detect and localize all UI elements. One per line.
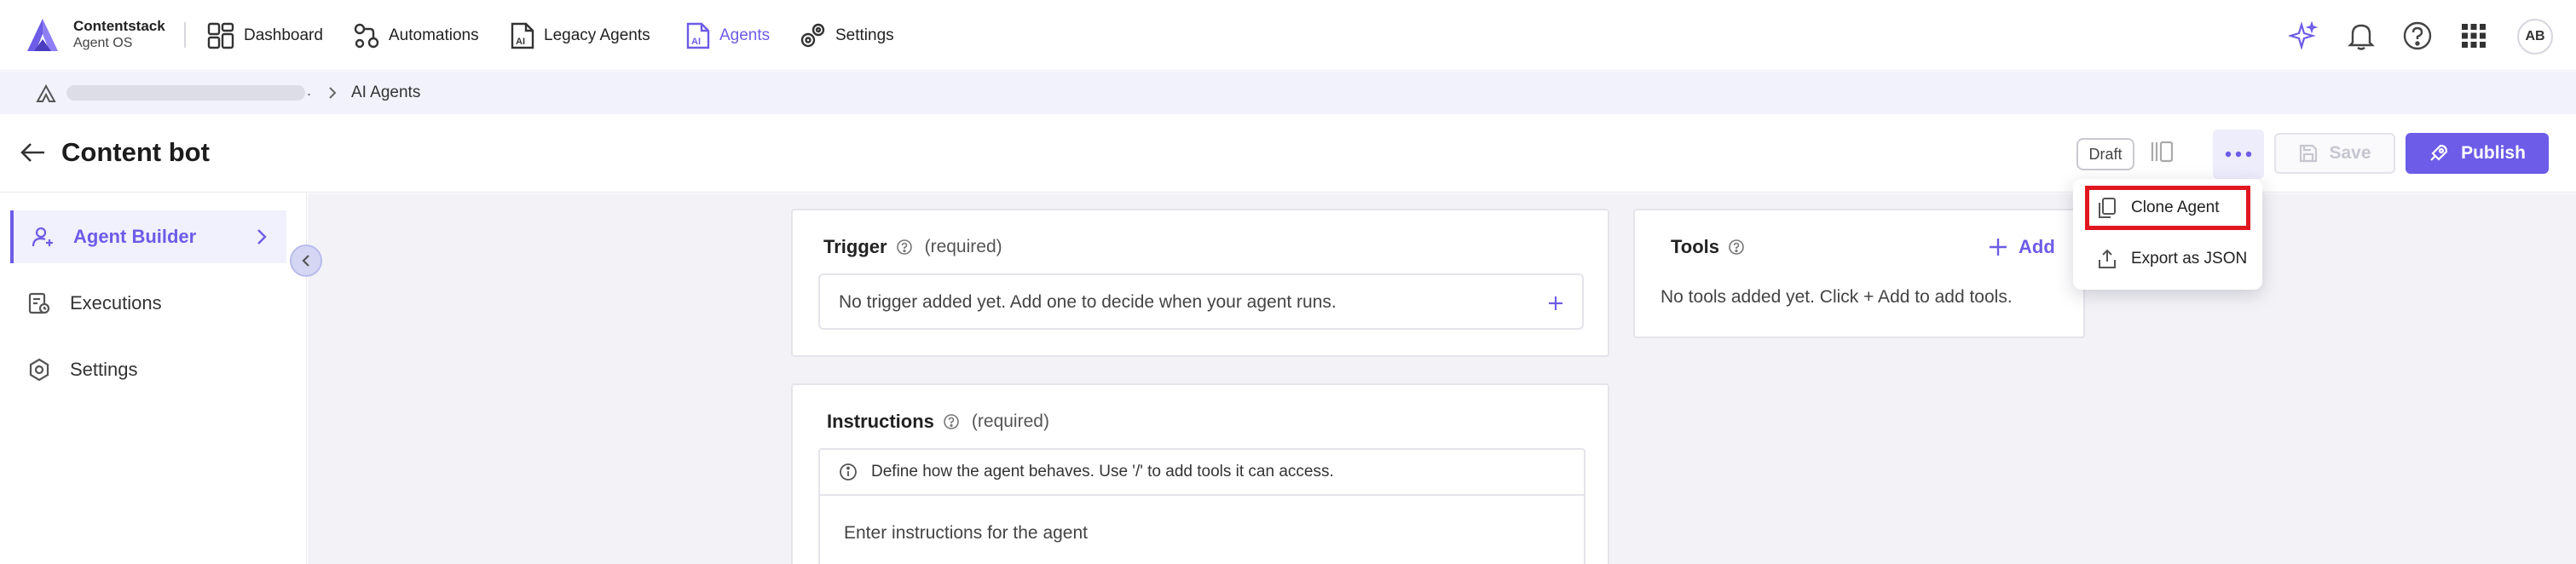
sparkle-icon (2289, 21, 2318, 50)
instructions-required-label: (required) (971, 411, 1049, 431)
bell-icon (2348, 24, 2375, 50)
more-options-button[interactable] (2213, 129, 2264, 179)
trigger-empty-box[interactable]: No trigger added yet. Add one to decide … (818, 273, 1584, 330)
chevron-right-icon (257, 229, 267, 245)
ai-assistant-button[interactable] (2286, 19, 2320, 53)
trigger-required-label: (required) (924, 237, 1002, 256)
help-circle-icon[interactable] (943, 413, 960, 430)
collapse-sidebar-button[interactable] (290, 245, 322, 277)
brand-name: Contentstack (73, 18, 165, 34)
breadcrumb-home[interactable] (36, 84, 56, 103)
breadcrumb-current[interactable]: AI Agents (351, 83, 420, 102)
help-button[interactable] (2400, 19, 2434, 53)
agents-icon: AI (686, 22, 710, 49)
info-icon (840, 463, 857, 481)
nav-label-dashboard: Dashboard (244, 26, 323, 44)
svg-text:AI: AI (516, 37, 525, 47)
contentstack-logo-icon (27, 19, 58, 51)
more-options-menu: Clone Agent Export as JSON (2073, 179, 2262, 290)
arrow-left-icon (20, 143, 44, 162)
apps-grid-icon (2462, 24, 2486, 48)
nav-item-settings[interactable]: Settings (798, 20, 894, 51)
instructions-title: Instructions (827, 411, 934, 432)
agent-sidebar: Agent Builder Executions Settings (0, 193, 307, 564)
legacy-agents-icon: AI (511, 22, 534, 49)
tools-empty-text: No tools added yet. Click + Add to add t… (1661, 287, 2013, 307)
nav-item-automations[interactable]: Automations (353, 20, 479, 51)
instructions-input-placeholder[interactable]: Enter instructions for the agent (844, 523, 1088, 544)
home-logo-icon (36, 84, 56, 102)
top-navigation-bar: Contentstack Agent OS Dashboard Automati… (0, 0, 2576, 71)
status-badge: Draft (2076, 138, 2134, 170)
sidebar-item-label: Executions (70, 292, 162, 314)
nav-divider (184, 22, 186, 48)
brand-logo[interactable]: Contentstack Agent OS (24, 17, 165, 53)
save-button[interactable]: Save (2274, 133, 2395, 174)
user-avatar[interactable]: AB (2517, 19, 2553, 55)
instructions-card: Instructions (required) Define how the a… (791, 383, 1609, 564)
menu-item-export-json[interactable]: Export as JSON (2085, 237, 2250, 281)
trigger-title: Trigger (823, 236, 887, 257)
add-tool-button[interactable]: Add (1988, 236, 2055, 258)
add-tool-label: Add (2019, 236, 2055, 257)
sidebar-item-label: Agent Builder (73, 226, 197, 247)
help-circle-icon[interactable] (1728, 239, 1745, 256)
nav-label-automations: Automations (389, 26, 479, 44)
brand-subtitle: Agent OS (73, 36, 133, 50)
sidebar-item-executions[interactable]: Executions (10, 277, 286, 330)
settings-icon (29, 358, 49, 382)
notifications-button[interactable] (2344, 19, 2378, 53)
automations-icon (354, 23, 379, 49)
nav-item-legacy-agents[interactable]: AI Legacy Agents (510, 20, 650, 51)
agent-builder-icon (32, 227, 53, 247)
help-icon (2403, 21, 2432, 50)
compare-view-button[interactable] (2148, 138, 2175, 165)
tools-card: Tools Add No tools added yet. Click + Ad… (1633, 209, 2085, 338)
sidebar-item-label: Settings (70, 359, 138, 380)
trigger-card-header: Trigger (required) (823, 236, 1002, 258)
menu-item-label: Export as JSON (2131, 250, 2248, 268)
publish-button[interactable]: Publish (2406, 133, 2549, 174)
svg-text:AI: AI (691, 37, 701, 47)
instructions-hint-bar: Define how the agent behaves. Use '/' to… (820, 450, 1584, 496)
help-circle-icon[interactable] (896, 239, 913, 256)
instructions-card-header: Instructions (required) (827, 411, 1049, 433)
nav-item-agents[interactable]: AI Agents (685, 20, 770, 51)
trigger-empty-text: No trigger added yet. Add one to decide … (839, 292, 1337, 312)
tools-card-header: Tools (1671, 236, 1745, 258)
breadcrumb-org-redacted[interactable] (66, 85, 305, 101)
plus-icon (1990, 239, 2007, 256)
export-icon (2099, 249, 2116, 268)
back-button[interactable] (19, 140, 48, 165)
save-button-label: Save (2329, 143, 2371, 163)
trigger-card: Trigger (required) No trigger added yet.… (791, 209, 1609, 357)
nav-label-legacy-agents: Legacy Agents (544, 26, 650, 44)
dashboard-icon (207, 22, 234, 49)
instructions-hint-text: Define how the agent behaves. Use '/' to… (871, 463, 1334, 481)
copy-icon (2099, 198, 2116, 218)
breadcrumb-org-dot: . (307, 82, 312, 99)
rocket-icon (2430, 144, 2448, 161)
executions-icon (28, 292, 50, 314)
settings-gears-icon (800, 23, 825, 48)
instructions-editor[interactable]: Define how the agent behaves. Use '/' to… (818, 448, 1585, 564)
menu-item-label: Clone Agent (2131, 199, 2220, 216)
publish-button-label: Publish (2461, 143, 2526, 163)
page-title: Content bot (61, 137, 210, 167)
compare-panels-icon (2151, 141, 2174, 163)
menu-item-clone-agent[interactable]: Clone Agent (2085, 186, 2250, 230)
sidebar-item-agent-builder[interactable]: Agent Builder (10, 210, 286, 263)
apps-grid-button[interactable] (2457, 19, 2491, 53)
chevron-left-icon (302, 255, 309, 267)
sidebar-item-settings[interactable]: Settings (10, 343, 286, 396)
nav-label-settings: Settings (835, 26, 894, 44)
tools-title: Tools (1671, 236, 1720, 257)
chevron-right-icon (326, 85, 338, 101)
nav-label-agents: Agents (719, 26, 771, 44)
save-icon (2300, 144, 2318, 163)
breadcrumb: . AI Agents (0, 72, 2576, 114)
nav-item-dashboard[interactable]: Dashboard (206, 20, 323, 51)
more-horizontal-icon (2225, 151, 2252, 158)
plus-icon[interactable] (1546, 294, 1565, 313)
